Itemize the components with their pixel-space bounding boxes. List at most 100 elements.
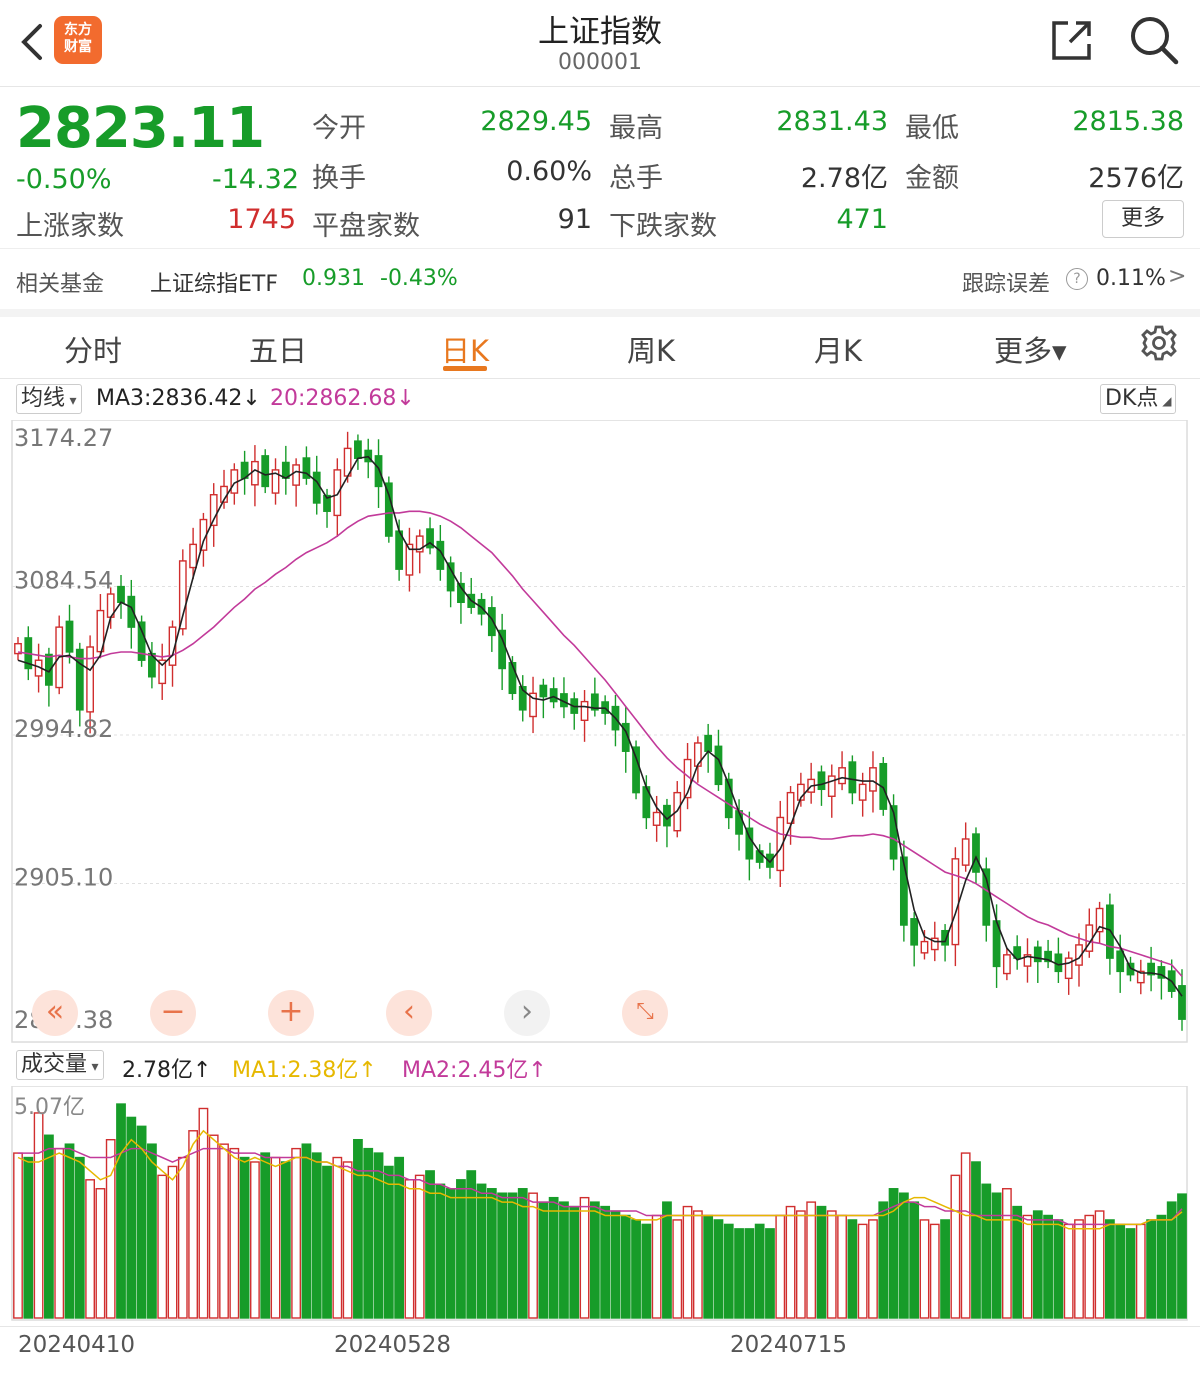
volume-bar-up bbox=[270, 1156, 281, 1319]
y-tick-label: 2905.10 bbox=[14, 864, 113, 892]
volume-bar-down bbox=[322, 1165, 332, 1319]
volume-bar-down bbox=[260, 1152, 271, 1319]
volume-latest: 2.78亿↑ bbox=[122, 1058, 212, 1083]
open-label: 今开 bbox=[312, 113, 366, 144]
zoom-in-button[interactable]: + bbox=[268, 990, 314, 1036]
volume-value: 2.78亿 bbox=[800, 163, 888, 194]
page-title: 上证指数 bbox=[538, 14, 662, 50]
up-count-value: 1745 bbox=[227, 204, 296, 235]
volume-bar-up bbox=[868, 1219, 878, 1319]
chevron-right-icon[interactable]: > bbox=[1168, 264, 1186, 289]
volume-bar-up bbox=[208, 1134, 219, 1319]
volume-bar-down bbox=[559, 1201, 569, 1319]
fund-change: -0.43% bbox=[380, 266, 458, 291]
volume-max-label: 5.07亿 bbox=[14, 1095, 85, 1120]
volume-bar-up bbox=[651, 1214, 662, 1319]
candle-down bbox=[817, 771, 826, 791]
volume-bar-up bbox=[1001, 1188, 1012, 1319]
volume-label: 总手 bbox=[609, 163, 663, 194]
volume-bar-down bbox=[1032, 1210, 1043, 1319]
volume-bar-down bbox=[353, 1138, 363, 1319]
scroll-left-button[interactable]: ‹ bbox=[386, 990, 432, 1036]
turnover-value: 0.60% bbox=[506, 156, 592, 187]
volume-bar-down bbox=[1053, 1219, 1064, 1319]
volume-bar-down bbox=[363, 1147, 374, 1319]
flat-count-label: 平盘家数 bbox=[312, 211, 420, 242]
volume-bar-down bbox=[239, 1156, 250, 1319]
tab-five-day[interactable]: 五日 bbox=[249, 328, 307, 370]
volume-bar-up bbox=[1074, 1219, 1084, 1319]
volume-bar-up bbox=[404, 1179, 415, 1319]
volume-bar-down bbox=[754, 1223, 765, 1319]
candle-down bbox=[1178, 985, 1186, 1020]
volume-bar-up bbox=[342, 1161, 353, 1319]
share-icon[interactable] bbox=[1050, 18, 1094, 62]
volume-bar-down bbox=[23, 1156, 34, 1319]
volume-indicator-select[interactable]: 成交量 ▾ bbox=[16, 1050, 104, 1080]
tab-daily-k[interactable]: 日K bbox=[441, 328, 489, 370]
volume-bar-down bbox=[1012, 1205, 1023, 1319]
volume-bar-down bbox=[116, 1103, 126, 1319]
volume-bar-up bbox=[291, 1147, 302, 1319]
dk-point-select[interactable]: DK点 ◢ bbox=[1100, 384, 1177, 414]
volume-bar-up bbox=[219, 1143, 229, 1319]
help-icon[interactable]: ? bbox=[1066, 268, 1088, 290]
volume-bar-up bbox=[837, 1214, 847, 1319]
volume-bar-up bbox=[13, 1152, 23, 1319]
fund-name: 上证综指ETF bbox=[150, 272, 278, 297]
volume-bar-up bbox=[1063, 1223, 1074, 1319]
volume-bar-down bbox=[136, 1125, 147, 1319]
volume-bar-up bbox=[919, 1219, 930, 1319]
tracking-error-label: 跟踪误差 bbox=[962, 272, 1051, 297]
candle-up bbox=[920, 940, 929, 954]
tracking-error-value: 0.11% bbox=[1096, 266, 1166, 291]
gear-icon[interactable] bbox=[1140, 324, 1178, 362]
zoom-out-button[interactable]: − bbox=[150, 990, 196, 1036]
volume-chart[interactable]: 5.07亿 bbox=[0, 1086, 1200, 1326]
volume-bar-down bbox=[1146, 1219, 1156, 1319]
ma-select[interactable]: 均线 ▾ bbox=[16, 384, 82, 414]
tab-weekly-k[interactable]: 周K bbox=[627, 328, 675, 370]
candle-up bbox=[292, 464, 301, 486]
high-value: 2831.43 bbox=[776, 106, 888, 137]
down-count-label: 下跌家数 bbox=[609, 211, 717, 242]
volume-bar-down bbox=[1115, 1223, 1126, 1319]
fullscreen-button[interactable]: ⤡ bbox=[622, 990, 668, 1036]
volume-bar-down bbox=[147, 1143, 157, 1319]
more-button[interactable]: 更多 bbox=[1102, 200, 1184, 238]
volume-bar-down bbox=[610, 1210, 621, 1319]
tab-monthly-k[interactable]: 月K bbox=[814, 328, 862, 370]
volume-bar-down bbox=[734, 1228, 744, 1319]
volume-bar-down bbox=[126, 1116, 137, 1319]
search-icon[interactable] bbox=[1128, 14, 1180, 66]
volume-bar-down bbox=[641, 1223, 652, 1319]
up-count-label: 上涨家数 bbox=[16, 211, 124, 242]
volume-bar-down bbox=[445, 1188, 456, 1319]
volume-bar-down bbox=[662, 1201, 672, 1319]
volume-bar-down bbox=[1043, 1214, 1053, 1319]
volume-bar-up bbox=[806, 1201, 817, 1319]
volume-bar-down bbox=[898, 1192, 909, 1319]
y-tick-label: 2994.82 bbox=[14, 715, 113, 743]
candle-down bbox=[848, 761, 857, 794]
candle-down bbox=[312, 471, 321, 504]
candle-down bbox=[704, 734, 713, 752]
volume-bar-up bbox=[672, 1219, 683, 1319]
amount-value: 2576亿 bbox=[1088, 163, 1184, 194]
volume-bar-down bbox=[311, 1152, 322, 1319]
tab-more[interactable]: 更多▾ bbox=[994, 328, 1067, 370]
volume-bar-up bbox=[95, 1188, 106, 1319]
volume-bar-down bbox=[816, 1205, 827, 1319]
tab-intraday[interactable]: 分时 bbox=[64, 328, 122, 370]
scroll-right-button[interactable]: › bbox=[504, 990, 550, 1036]
scroll-left-fast-button[interactable]: « bbox=[32, 990, 78, 1036]
volume-bar-down bbox=[548, 1196, 559, 1319]
candlestick-chart[interactable]: 3174.273084.542994.822905.102815.38 bbox=[0, 420, 1200, 1044]
candle-up bbox=[652, 811, 661, 826]
candle-up bbox=[251, 460, 259, 486]
change-value: -14.32 bbox=[212, 164, 300, 195]
volume-bar-up bbox=[1135, 1223, 1146, 1319]
volume-bar-up bbox=[775, 1214, 786, 1319]
volume-bar-down bbox=[456, 1179, 466, 1319]
volume-bar-up bbox=[682, 1205, 693, 1319]
